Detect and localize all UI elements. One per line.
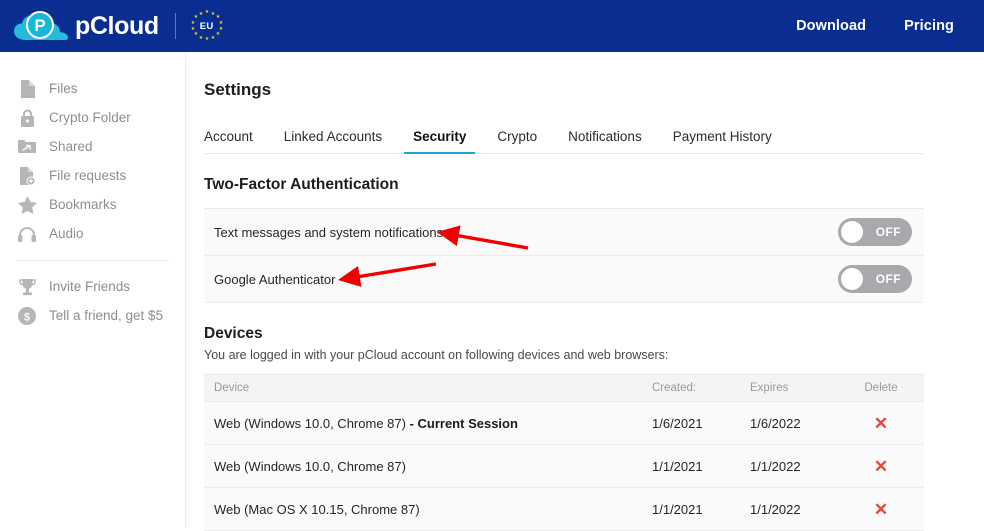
cell-device: Web (Mac OS X 10.15, Chrome 87): [204, 488, 642, 531]
cell-created: 1/1/2021: [642, 488, 740, 531]
toggle-google-authenticator[interactable]: OFF: [838, 265, 912, 293]
star-icon: [16, 194, 38, 216]
page-title: Settings: [204, 80, 984, 100]
sidebar-item-label: Bookmarks: [49, 197, 117, 212]
brand-logo[interactable]: P pCloud: [14, 9, 159, 43]
trophy-icon: [16, 276, 38, 298]
device-name: Web (Mac OS X 10.15, Chrome 87): [214, 502, 420, 517]
logo-p-badge: P: [26, 11, 54, 39]
two-factor-row-label: Google Authenticator: [214, 272, 335, 287]
sidebar-item-tell-a-friend[interactable]: $ Tell a friend, get $5: [0, 301, 185, 330]
header-divider: [175, 13, 176, 39]
sidebar-item-label: Audio: [49, 226, 84, 241]
delete-session-icon[interactable]: ✕: [874, 415, 888, 432]
cell-expires: 1/1/2022: [740, 488, 838, 531]
lock-icon: [16, 107, 38, 129]
eu-badge-label: EU: [200, 21, 214, 32]
tab-security[interactable]: Security: [413, 129, 466, 153]
delete-session-icon[interactable]: ✕: [874, 458, 888, 475]
device-name: Web (Windows 10.0, Chrome 87): [214, 459, 406, 474]
device-name: Web (Windows 10.0, Chrome 87): [214, 416, 406, 431]
current-session-badge: - Current Session: [406, 416, 518, 431]
nav-pricing-link[interactable]: Pricing: [904, 18, 954, 34]
sidebar: Files Crypto Folder Shared File requests…: [0, 52, 186, 528]
devices-heading: Devices: [204, 325, 984, 343]
devices-table-body: Web (Windows 10.0, Chrome 87) - Current …: [204, 402, 924, 531]
cell-device: Web (Windows 10.0, Chrome 87): [204, 445, 642, 488]
delete-session-icon[interactable]: ✕: [874, 501, 888, 518]
pcloud-logo-mark: P: [14, 9, 68, 43]
cell-expires: 1/1/2022: [740, 445, 838, 488]
sidebar-item-label: File requests: [49, 168, 126, 183]
eu-badge-icon: ★ ★ ★ ★ ★ ★ ★ ★ ★ ★ ★ ★ ★ ★ EU: [190, 9, 224, 43]
sidebar-item-label: Invite Friends: [49, 279, 130, 294]
two-factor-list: Text messages and system notifications O…: [204, 208, 924, 303]
sidebar-item-file-requests[interactable]: File requests: [0, 161, 185, 190]
nav-download-link[interactable]: Download: [796, 18, 866, 34]
devices-table-header: Device Created: Expires Delete: [204, 375, 924, 402]
svg-text:$: $: [24, 311, 30, 323]
cell-created: 1/1/2021: [642, 445, 740, 488]
table-header-row: Device Created: Expires Delete: [204, 375, 924, 402]
sidebar-item-bookmarks[interactable]: Bookmarks: [0, 190, 185, 219]
cell-delete: ✕: [838, 488, 924, 531]
sidebar-item-label: Shared: [49, 139, 93, 154]
shared-folder-icon: [16, 136, 38, 158]
table-row: Web (Windows 10.0, Chrome 87) - Current …: [204, 402, 924, 445]
header-nav: Download Pricing: [796, 18, 954, 34]
file-request-icon: [16, 165, 38, 187]
headphones-icon: [16, 223, 38, 245]
toggle-knob: [841, 221, 863, 243]
sidebar-divider: [16, 260, 169, 261]
cell-delete: ✕: [838, 445, 924, 488]
toggle-text-messages[interactable]: OFF: [838, 218, 912, 246]
tab-crypto[interactable]: Crypto: [497, 129, 537, 153]
cell-device: Web (Windows 10.0, Chrome 87) - Current …: [204, 402, 642, 445]
tab-linked-accounts[interactable]: Linked Accounts: [284, 129, 382, 153]
cell-delete: ✕: [838, 402, 924, 445]
column-header-delete: Delete: [838, 375, 924, 402]
app-header: P pCloud ★ ★ ★ ★ ★ ★ ★ ★ ★ ★ ★ ★ ★ ★ EU …: [0, 0, 984, 52]
table-row: Web (Mac OS X 10.15, Chrome 87) 1/1/2021…: [204, 488, 924, 531]
devices-subtitle: You are logged in with your pCloud accou…: [204, 348, 984, 362]
sidebar-item-shared[interactable]: Shared: [0, 132, 185, 161]
tab-account[interactable]: Account: [204, 129, 253, 153]
brand-name: pCloud: [75, 12, 159, 41]
toggle-state-label: OFF: [876, 225, 901, 239]
two-factor-row-google-authenticator: Google Authenticator OFF: [204, 256, 924, 303]
sidebar-item-label: Files: [49, 81, 78, 96]
settings-tabs: Account Linked Accounts Security Crypto …: [204, 122, 924, 154]
main-content: Settings Account Linked Accounts Securit…: [186, 52, 984, 528]
two-factor-heading: Two-Factor Authentication: [204, 176, 984, 194]
column-header-device: Device: [204, 375, 642, 402]
two-factor-row-text-messages: Text messages and system notifications O…: [204, 209, 924, 256]
sidebar-item-invite-friends[interactable]: Invite Friends: [0, 272, 185, 301]
sidebar-item-label: Tell a friend, get $5: [49, 308, 163, 323]
sidebar-item-files[interactable]: Files: [0, 74, 185, 103]
toggle-state-label: OFF: [876, 272, 901, 286]
cell-created: 1/6/2021: [642, 402, 740, 445]
dollar-circle-icon: $: [16, 305, 38, 327]
sidebar-item-audio[interactable]: Audio: [0, 219, 185, 248]
file-icon: [16, 78, 38, 100]
cell-expires: 1/6/2022: [740, 402, 838, 445]
toggle-knob: [841, 268, 863, 290]
tab-notifications[interactable]: Notifications: [568, 129, 642, 153]
sidebar-item-crypto-folder[interactable]: Crypto Folder: [0, 103, 185, 132]
sidebar-item-label: Crypto Folder: [49, 110, 131, 125]
column-header-expires: Expires: [740, 375, 838, 402]
devices-table: Device Created: Expires Delete Web (Wind…: [204, 374, 924, 531]
tab-payment-history[interactable]: Payment History: [673, 129, 772, 153]
table-row: Web (Windows 10.0, Chrome 87) 1/1/2021 1…: [204, 445, 924, 488]
two-factor-row-label: Text messages and system notifications: [214, 225, 443, 240]
column-header-created: Created:: [642, 375, 740, 402]
